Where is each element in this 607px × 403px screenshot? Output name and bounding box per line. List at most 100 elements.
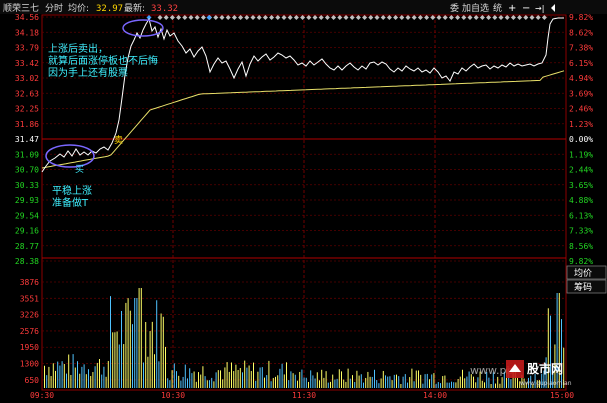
price-tick: 29.16 [15, 227, 39, 236]
event-marker[interactable] [225, 15, 231, 20]
event-marker[interactable] [417, 15, 423, 20]
event-marker[interactable] [337, 15, 343, 20]
volume-bar [167, 378, 169, 388]
volume-bar [420, 374, 422, 388]
event-marker[interactable] [386, 15, 392, 20]
event-marker[interactable] [461, 15, 467, 20]
event-marker[interactable] [324, 15, 330, 20]
event-marker[interactable] [281, 15, 287, 20]
volume-bar [358, 375, 360, 388]
event-marker[interactable] [256, 15, 262, 20]
event-marker[interactable] [188, 15, 194, 20]
event-marker[interactable] [486, 15, 492, 20]
event-marker[interactable] [541, 15, 547, 20]
event-marker[interactable] [368, 15, 374, 20]
event-marker[interactable] [448, 15, 454, 20]
zoom-in-button[interactable]: + [508, 3, 516, 14]
add-watchlist-button[interactable]: 加自选 [462, 2, 489, 14]
event-marker[interactable] [399, 15, 405, 20]
event-marker[interactable] [238, 15, 244, 20]
event-marker[interactable] [163, 15, 169, 20]
volume-bar [184, 364, 186, 388]
event-marker[interactable] [424, 15, 430, 20]
event-marker[interactable] [194, 15, 200, 20]
event-marker[interactable] [331, 15, 337, 20]
volume-bar [462, 369, 463, 388]
event-marker[interactable] [430, 15, 436, 20]
event-marker[interactable] [206, 15, 212, 20]
event-marker[interactable] [262, 15, 268, 20]
volume-bar [259, 367, 261, 388]
volume-bar [178, 375, 180, 388]
event-marker[interactable] [169, 15, 175, 20]
event-marker[interactable] [275, 15, 281, 20]
event-marker[interactable] [523, 15, 529, 20]
volume-bar [418, 370, 419, 388]
volume-bar [44, 365, 45, 388]
price-tick: 30.70 [15, 166, 39, 175]
event-marker[interactable] [455, 15, 461, 20]
event-marker[interactable] [473, 15, 479, 20]
event-marker[interactable] [213, 15, 219, 20]
event-marker[interactable] [157, 15, 163, 20]
volume-bar [77, 361, 78, 388]
event-marker[interactable] [219, 15, 225, 20]
volume-bar [250, 370, 252, 388]
volume-bar [138, 288, 140, 388]
event-marker[interactable] [182, 15, 188, 20]
event-marker[interactable] [343, 15, 349, 20]
event-marker[interactable] [442, 15, 448, 20]
event-marker[interactable] [467, 15, 473, 20]
event-marker[interactable] [355, 15, 361, 20]
volume-bar [143, 362, 144, 388]
event-marker[interactable] [535, 15, 541, 20]
volume-bar [79, 373, 81, 388]
event-marker[interactable] [312, 15, 318, 20]
event-marker[interactable] [393, 15, 399, 20]
price-axis-left: 34.56 34.18 33.79 33.42 33.02 32.63 32.25 31.86… [15, 13, 39, 266]
event-marker[interactable] [380, 15, 386, 20]
volume-bar [46, 375, 48, 388]
event-marker[interactable] [492, 15, 498, 20]
sell-hint-button[interactable]: 委 [450, 2, 459, 14]
next-page-icon[interactable]: →| [535, 4, 544, 13]
event-marker[interactable] [231, 15, 237, 20]
percent-tick: 6.13% [569, 211, 593, 220]
event-marker[interactable] [269, 15, 275, 20]
event-marker[interactable] [349, 15, 355, 20]
zoom-out-button[interactable]: − [522, 3, 530, 14]
event-marker[interactable] [405, 15, 411, 20]
volume-bar [173, 363, 175, 388]
volume-bar [321, 369, 323, 388]
event-marker[interactable] [318, 15, 324, 20]
event-marker[interactable] [362, 15, 368, 20]
event-marker[interactable] [374, 15, 380, 20]
event-marker[interactable] [510, 15, 516, 20]
time-axis: 09:30 10:30 11:30 14:00 15:00 [30, 391, 574, 400]
volume-bar [59, 365, 61, 388]
event-marker[interactable] [504, 15, 510, 20]
event-marker[interactable] [293, 15, 299, 20]
volume-bar [103, 366, 105, 388]
event-marker[interactable] [176, 15, 182, 20]
event-marker[interactable] [411, 15, 417, 20]
event-marker[interactable] [436, 15, 442, 20]
event-marker[interactable] [479, 15, 485, 20]
event-marker[interactable] [287, 15, 293, 20]
volume-bar [334, 379, 336, 388]
event-marker[interactable] [244, 15, 250, 20]
volume-bar [367, 371, 369, 388]
event-marker[interactable] [200, 15, 206, 20]
volume-bar [74, 367, 76, 388]
stats-button[interactable]: 统 [493, 2, 502, 14]
event-markers[interactable] [146, 15, 547, 20]
volume-bar [160, 313, 162, 388]
event-marker[interactable] [529, 15, 535, 20]
event-marker[interactable] [517, 15, 523, 20]
event-marker[interactable] [306, 15, 312, 20]
volume-bar [171, 370, 173, 388]
volume-bar [446, 382, 448, 388]
event-marker[interactable] [498, 15, 504, 20]
event-marker[interactable] [250, 15, 256, 20]
volume-bar [400, 383, 402, 388]
